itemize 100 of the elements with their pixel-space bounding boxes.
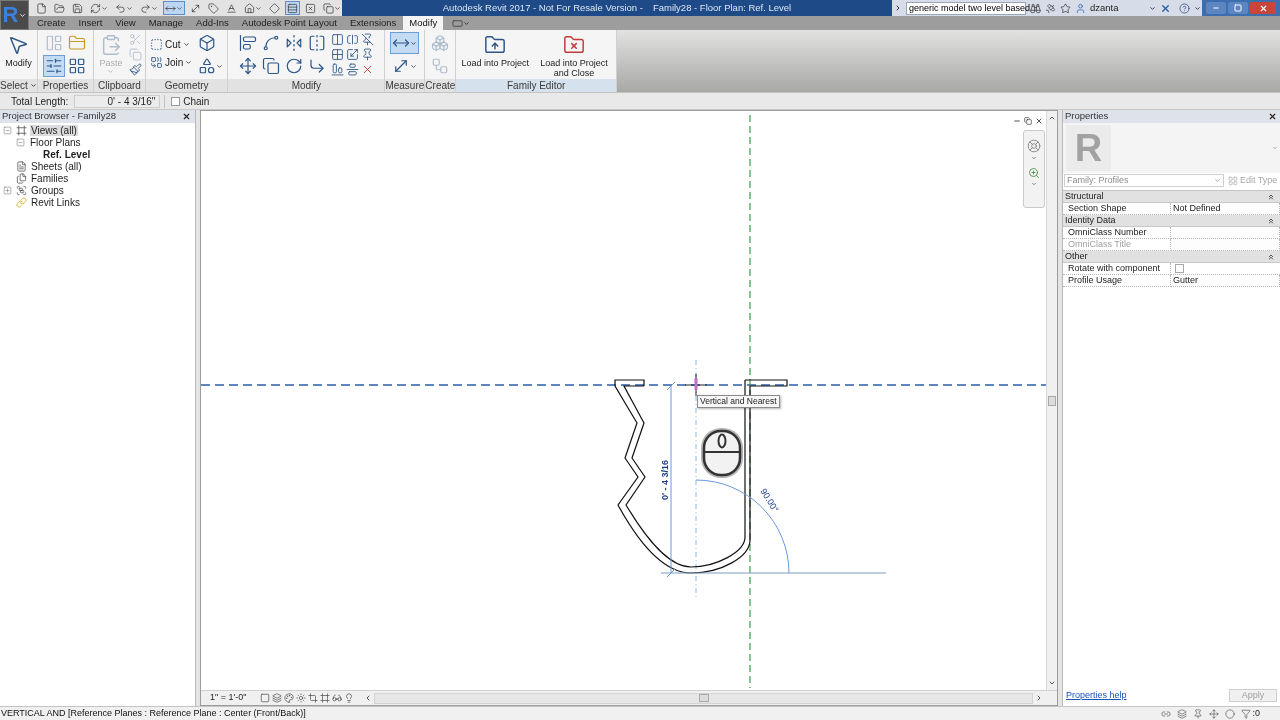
align-bottom-button[interactable] [330, 62, 346, 77]
square-icon[interactable] [260, 693, 271, 703]
collapse-icon[interactable] [1267, 216, 1275, 225]
caret-icon[interactable] [29, 82, 37, 89]
aligned-dimension-button[interactable] [390, 32, 420, 54]
chain-checkbox[interactable] [171, 96, 181, 106]
link-icon[interactable] [1161, 708, 1172, 719]
tree-item[interactable]: Families [30, 172, 70, 184]
ribbon-tab[interactable]: Manage [142, 16, 190, 30]
property-value-field[interactable] [1171, 239, 1280, 251]
quick-access-button[interactable] [138, 1, 160, 15]
layers-icon[interactable] [1177, 708, 1188, 719]
quick-access-button[interactable] [224, 1, 239, 15]
ribbon-tab[interactable]: Insert [72, 16, 109, 30]
minimize-button[interactable] [1206, 2, 1226, 14]
checkbox[interactable] [1175, 264, 1184, 273]
properties-button[interactable] [43, 55, 65, 77]
restore-icon[interactable] [1024, 117, 1032, 125]
quick-access-button[interactable] [52, 1, 67, 15]
tree-item[interactable]: Ref. Level [42, 148, 92, 160]
scrollbar-thumb[interactable] [1048, 395, 1056, 406]
load-and-close-button[interactable]: Load into Project and Close [533, 32, 614, 79]
sun-icon[interactable] [296, 693, 307, 703]
frame-icon[interactable] [320, 693, 331, 703]
modify-button[interactable]: Modify [2, 32, 35, 69]
panel-title: Project Browser - Family28 [2, 109, 117, 124]
lightbulb-icon[interactable] [344, 693, 355, 703]
close-icon[interactable] [1035, 117, 1043, 125]
maximize-button[interactable] [1228, 2, 1248, 14]
quick-access-button[interactable] [88, 1, 110, 15]
quick-access-button[interactable] [285, 1, 300, 15]
minimize-icon[interactable] [1013, 117, 1021, 125]
expand-toggle-icon[interactable] [3, 185, 12, 195]
rectangle-icon[interactable] [452, 17, 464, 29]
collapse-toggle-icon[interactable] [3, 125, 12, 135]
total-length-field[interactable]: 0' - 4 3/16" [74, 94, 161, 108]
tree-item[interactable]: Floor Plans [29, 136, 82, 148]
array-button[interactable] [330, 47, 346, 62]
quick-access-button[interactable] [34, 1, 49, 15]
property-value-field[interactable]: Gutter [1171, 275, 1280, 287]
quick-access-button[interactable] [242, 1, 264, 15]
move-arrows-icon[interactable] [1209, 708, 1220, 719]
caret-icon[interactable] [1193, 4, 1201, 12]
clipboard-icon [100, 34, 122, 56]
pin-icon[interactable] [1193, 708, 1204, 719]
glasses-icon[interactable] [332, 693, 343, 703]
caret-icon[interactable] [1148, 4, 1156, 12]
cut-button[interactable]: Cut [148, 36, 195, 53]
x-icon[interactable] [1159, 2, 1171, 14]
collapse-icon[interactable] [1267, 192, 1275, 201]
crop-icon[interactable] [308, 693, 319, 703]
unpin-button[interactable] [360, 32, 376, 47]
scale-button[interactable] [345, 47, 361, 62]
lifebuoy-icon[interactable] [1027, 139, 1041, 153]
join-button[interactable]: Join [148, 54, 195, 71]
quick-access-button[interactable] [303, 1, 318, 15]
filter-icon[interactable] [1241, 708, 1252, 719]
palette-icon[interactable] [284, 693, 295, 703]
ribbon-tab[interactable]: Create [31, 16, 72, 30]
quick-access-button[interactable] [70, 1, 85, 15]
quick-access-button[interactable] [321, 1, 343, 15]
scrollbar-thumb[interactable] [698, 694, 709, 702]
close-button[interactable] [1250, 2, 1276, 14]
tree-item[interactable]: Groups [30, 184, 65, 196]
align-center-button[interactable] [345, 62, 361, 77]
horizontal-scrollbar[interactable] [374, 692, 1033, 704]
property-value-field[interactable]: Not Defined [1171, 203, 1280, 215]
tree-item[interactable]: Sheets (all) [30, 160, 83, 172]
help-icon[interactable] [1178, 2, 1190, 14]
load-into-project-button[interactable]: Load into Project [458, 32, 532, 69]
match-type-button[interactable] [127, 62, 143, 77]
collapse-toggle-icon[interactable] [16, 137, 25, 147]
tree-item[interactable]: Revit Links [30, 196, 81, 208]
layers-icon[interactable] [272, 693, 283, 703]
tree-item[interactable]: Views (all) [30, 124, 78, 136]
star-icon[interactable] [1060, 2, 1071, 14]
ribbon-tab[interactable]: Modify [403, 16, 444, 30]
panel-title[interactable]: Select [0, 79, 28, 92]
user-icon[interactable] [1075, 2, 1086, 14]
collapse-icon[interactable] [1267, 252, 1275, 261]
vertical-scrollbar[interactable] [1046, 111, 1057, 690]
zoom-icon[interactable] [1028, 167, 1040, 179]
split-gap-button[interactable] [345, 32, 361, 47]
split-button[interactable] [330, 32, 346, 47]
close-icon[interactable] [182, 112, 191, 121]
quick-access-button[interactable] [267, 1, 282, 15]
circle-icon[interactable] [1225, 708, 1236, 719]
ribbon-tab[interactable]: View [109, 16, 142, 30]
ribbon-tab[interactable]: Extensions [343, 16, 403, 30]
user-name[interactable]: dzanta [1090, 0, 1119, 16]
quick-access-button[interactable] [113, 1, 135, 15]
properties-help-link[interactable]: Properties help [1066, 688, 1127, 703]
close-icon[interactable] [1268, 112, 1277, 121]
property-value-field[interactable] [1171, 227, 1280, 239]
view-scale[interactable]: 1" = 1'-0" [210, 691, 247, 705]
ribbon-tab[interactable]: Autodesk Point Layout [235, 16, 343, 30]
binoculars-icon[interactable] [1030, 2, 1041, 14]
ribbon-tab[interactable]: Add-Ins [190, 16, 235, 30]
satellite-icon[interactable] [1045, 2, 1056, 14]
quick-access-button[interactable] [163, 1, 185, 15]
